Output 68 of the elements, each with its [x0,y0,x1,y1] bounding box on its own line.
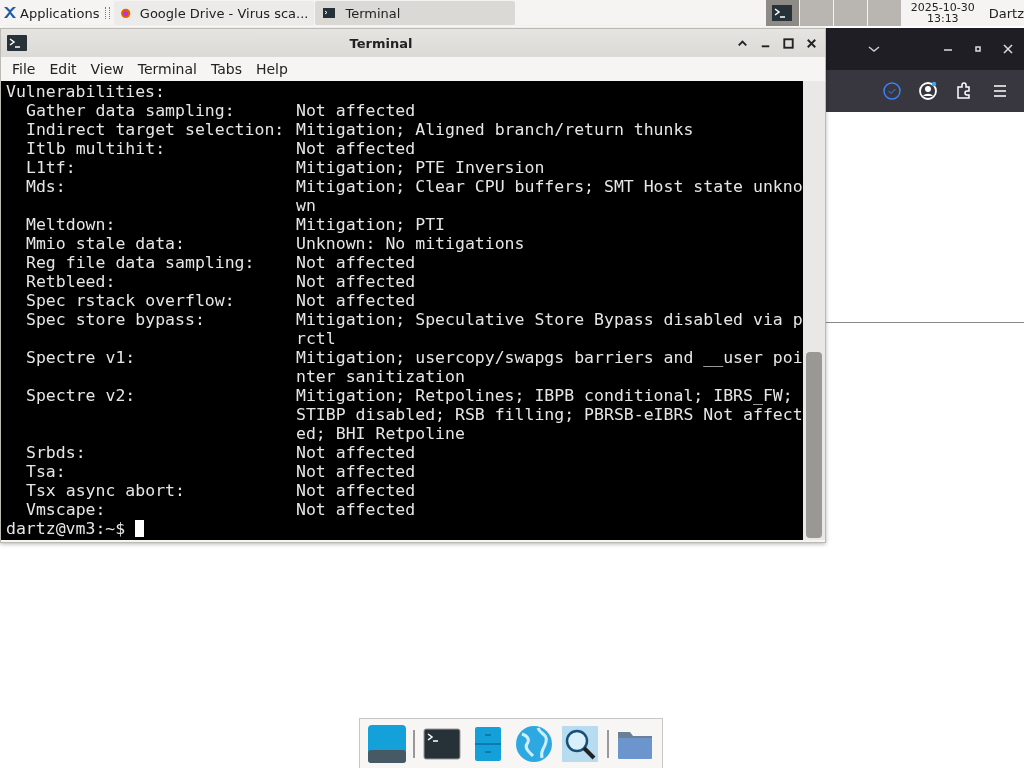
output-text: Not affected [296,500,416,519]
output-text: Not affected [296,443,416,462]
output-text: Not affected [296,272,416,291]
output-text: Unknown: No mitigations [296,234,525,253]
text-cursor [135,520,145,537]
output-text: rctl [296,329,337,348]
separator-handle-icon [105,7,111,19]
maximize-icon[interactable] [781,35,796,51]
output-label: Reg file data sampling: [26,253,256,272]
menu-item[interactable]: Help [248,61,295,77]
output-text: Mitigation; usercopy/swapgs barriers and __user poi [296,348,803,367]
desktop-icon[interactable] [367,724,408,764]
output-text: Mitigation; Aligned branch/return thunks [296,120,694,139]
output-text: STIBP disabled; RSB filling; PBRSB-eIBRS Not affect [296,405,803,424]
output-label: Spectre v2: [26,386,137,407]
date-text: 2025-10-30 [910,2,975,13]
menu-item[interactable]: Tabs [203,61,249,77]
output-label: Spec rstack overflow: [26,291,236,310]
output-text: Not affected [296,462,416,481]
output-text: Not affected [296,139,416,158]
account-icon[interactable] [918,81,938,101]
output-label: Spec store bypass: [26,310,206,331]
output-text: Mitigation; PTI [296,215,445,234]
output-label: Mds: [26,177,67,198]
time-text: 13:13 [926,13,959,24]
menu-item[interactable]: File [5,61,43,77]
output-label: Retbleed: [26,272,117,291]
output-text: Not affected [296,291,416,310]
output-text: Mitigation; Retpolines; IBPB conditional; IBRS_FW; [296,386,794,405]
taskbar-button[interactable]: Google Drive - Virus sca... [114,1,315,25]
menu-item[interactable]: Terminal [130,61,204,77]
output-label: L1tf: [26,158,77,177]
output-text: Mitigation; PTE Inversion [296,158,545,177]
output-text: Not affected [296,101,416,120]
taskbar-button[interactable]: Terminal [315,1,516,25]
scrollbar-thumb[interactable] [806,352,822,538]
workspace-button[interactable] [765,0,799,26]
shell-prompt: dartz@vm3:~$ [6,519,126,538]
menu-item[interactable]: Edit [42,61,84,77]
output-label: Vmscape: [26,500,107,519]
output-text: Mitigation; Clear CPU buffers; SMT Host state unkno [296,177,803,196]
output-label: Indirect target selection: [26,120,286,139]
output-text: Mitigation; Speculative Store Bypass disabled via p [296,310,803,329]
output-label: Mmio stale data: [26,234,186,253]
output-text: Not affected [296,481,416,500]
window-title: Terminal [348,35,414,51]
mouse-logo-icon [2,5,18,21]
output-text: Not affected [296,253,416,272]
output-label: Tsx async abort: [26,481,186,500]
output-text: Vulnerabilities: [6,82,165,101]
clock[interactable]: 2025-10-30 13:13 [910,2,975,24]
terminal-icon [321,5,338,21]
search-icon[interactable] [560,724,601,764]
output-text: nter sanitization [296,367,466,386]
output-text: wn [296,196,317,215]
user-menu-button[interactable]: Dartz [988,5,1024,21]
output-label: Itlb multihit: [26,139,167,158]
output-label: Srbds: [26,443,87,462]
menu-item[interactable]: View [83,61,131,77]
output-label: Gather data sampling: [26,101,236,120]
output-label: Spectre v1: [26,348,137,369]
terminal-icon [772,5,793,21]
output-text: ed; BHI Retpoline [296,424,466,443]
terminal-icon [7,35,27,51]
output-label: Tsa: [26,462,67,481]
applications-menu-button[interactable]: Applications [0,0,102,26]
output-label: Meltdown: [26,215,117,234]
check-circle-icon[interactable] [882,81,902,101]
